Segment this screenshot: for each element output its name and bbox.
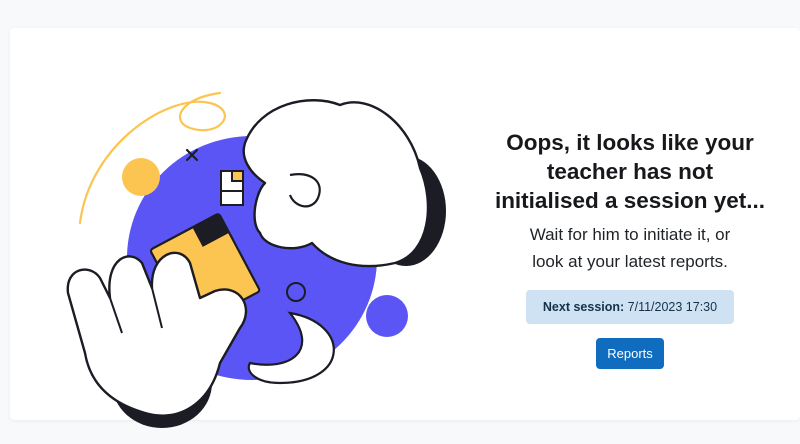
top-hand <box>242 99 430 268</box>
message-line: look at your latest reports. <box>532 252 728 271</box>
heading-line: initialised a session yet... <box>494 188 766 213</box>
empty-state-message: Wait for him to initiate it, or look at … <box>465 221 795 275</box>
waiting-session-illustration <box>66 91 446 428</box>
message-line: Wait for him to initiate it, or <box>529 225 731 244</box>
empty-state-card: Oops, it looks like your teacher has not… <box>10 28 800 428</box>
heading-line: teacher has not <box>546 159 714 184</box>
heading-line: Oops, it looks like your <box>506 130 754 155</box>
cube <box>220 170 244 206</box>
next-session-badge: Next session: 7/11/2023 17:30 <box>525 290 735 324</box>
empty-state-heading: Oops, it looks like your teacher has not… <box>465 128 795 215</box>
yellow-circle <box>122 158 160 196</box>
empty-state-content: Oops, it looks like your teacher has not… <box>465 128 795 369</box>
small-blue-circle <box>366 295 408 337</box>
reports-button[interactable]: Reports <box>596 338 664 369</box>
next-session-label: Next session: <box>542 300 625 314</box>
next-session-value: 7/11/2023 17:30 <box>627 300 718 314</box>
